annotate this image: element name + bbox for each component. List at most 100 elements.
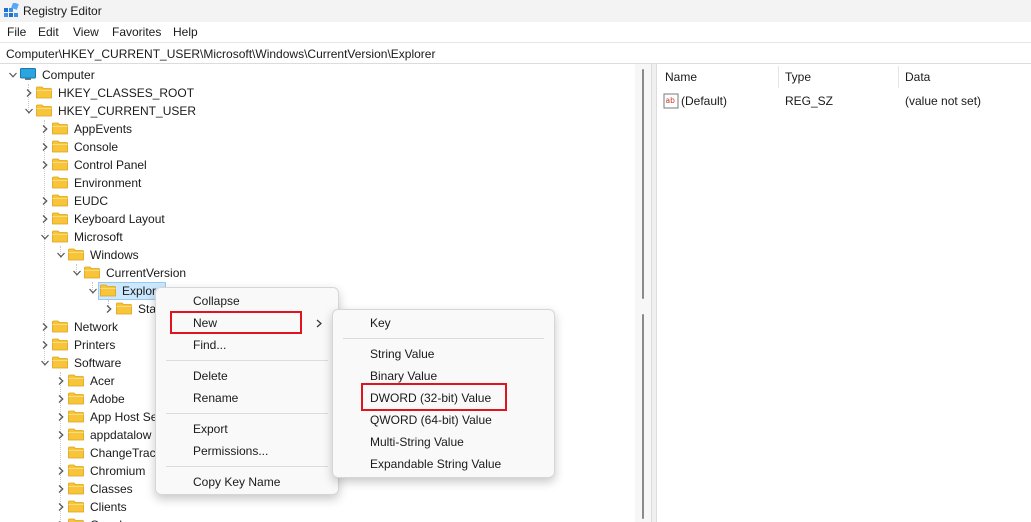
chevron-right-icon[interactable] xyxy=(41,125,49,133)
menu-item-permissions[interactable]: Permissions... xyxy=(193,440,268,462)
tree-node-label: Software xyxy=(74,356,122,370)
values-pane[interactable]: Name Type Data ab (Default) REG_SZ (valu… xyxy=(657,64,1031,522)
chevron-down-icon[interactable] xyxy=(57,251,65,259)
chevron-down-icon[interactable] xyxy=(41,359,49,367)
chevron-right-icon[interactable] xyxy=(57,431,65,439)
tree-node-label: Computer xyxy=(42,68,95,82)
menu-item-copy-key-name[interactable]: Copy Key Name xyxy=(193,471,280,493)
tree-node-label: Control Panel xyxy=(74,158,147,172)
tree-node[interactable]: HKEY_CURRENT_USER xyxy=(0,102,630,120)
tree-node[interactable]: Clients xyxy=(0,498,630,516)
column-header-type[interactable]: Type xyxy=(785,70,811,84)
chevron-down-icon[interactable] xyxy=(25,107,33,115)
tree-node[interactable]: EUDC xyxy=(0,192,630,210)
folder-icon xyxy=(116,302,132,315)
tree-scrollbar-thumb[interactable] xyxy=(642,69,644,299)
value-type: REG_SZ xyxy=(785,94,834,108)
chevron-right-icon[interactable] xyxy=(105,305,113,313)
chevron-right-icon[interactable] xyxy=(57,503,65,511)
chevron-right-icon[interactable] xyxy=(41,197,49,205)
tree-node-label: AppEvents xyxy=(74,122,133,136)
menu-item-export[interactable]: Export xyxy=(193,418,228,440)
value-data: (value not set) xyxy=(905,94,982,108)
chevron-right-icon[interactable] xyxy=(57,485,65,493)
value-name: (Default) xyxy=(681,94,728,108)
chevron-right-icon[interactable] xyxy=(41,143,49,151)
string-value-icon: ab xyxy=(663,93,679,109)
tree-scrollbar[interactable] xyxy=(635,64,651,522)
tree-node[interactable]: Google xyxy=(0,516,630,522)
chevron-right-icon[interactable] xyxy=(41,161,49,169)
tree-node-label: Google xyxy=(90,516,129,522)
column-separator[interactable] xyxy=(898,66,899,88)
folder-icon xyxy=(68,410,84,423)
folder-icon xyxy=(68,482,84,495)
menu-favorites[interactable]: Favorites xyxy=(112,25,161,39)
chevron-right-icon[interactable] xyxy=(41,215,49,223)
column-separator[interactable] xyxy=(778,66,779,88)
tree-node-label: Classes xyxy=(90,482,133,496)
tree-node[interactable]: HKEY_CLASSES_ROOT xyxy=(0,84,630,102)
folder-icon xyxy=(36,104,52,117)
menu-item-rename[interactable]: Rename xyxy=(193,387,238,409)
chevron-right-icon[interactable] xyxy=(57,395,65,403)
menu-separator xyxy=(343,338,544,339)
value-row-default[interactable]: ab (Default) REG_SZ (value not set) xyxy=(663,92,1023,110)
submenu-item-qword-value[interactable]: QWORD (64-bit) Value xyxy=(370,409,492,431)
tree-node-label: EUDC xyxy=(74,194,109,208)
menu-edit[interactable]: Edit xyxy=(38,25,59,39)
submenu-item-string-value[interactable]: String Value xyxy=(370,343,434,365)
folder-icon xyxy=(84,266,100,279)
folder-icon xyxy=(68,392,84,405)
submenu-item-multi-string-value[interactable]: Multi-String Value xyxy=(370,431,464,453)
folder-icon xyxy=(52,338,68,351)
folder-icon xyxy=(52,140,68,153)
chevron-right-icon[interactable] xyxy=(25,89,33,97)
folder-icon xyxy=(52,176,68,189)
chevron-down-icon[interactable] xyxy=(89,287,97,295)
tree-node[interactable]: Computer xyxy=(0,66,630,84)
window-title: Registry Editor xyxy=(23,4,102,18)
column-header-data[interactable]: Data xyxy=(905,70,930,84)
tree-node-label: Printers xyxy=(74,338,116,352)
menu-item-delete[interactable]: Delete xyxy=(193,365,228,387)
chevron-down-icon[interactable] xyxy=(73,269,81,277)
tree-node-label: Keyboard Layout xyxy=(74,212,165,226)
tree-node[interactable]: Console xyxy=(0,138,630,156)
menu-help[interactable]: Help xyxy=(173,25,198,39)
menu-view[interactable]: View xyxy=(73,25,99,39)
chevron-right-icon[interactable] xyxy=(57,413,65,421)
chevron-right-icon[interactable] xyxy=(41,323,49,331)
tree-node-label: App Host Se xyxy=(90,410,158,424)
folder-icon xyxy=(52,320,68,333)
chevron-down-icon[interactable] xyxy=(41,233,49,241)
tree-node-label: HKEY_CURRENT_USER xyxy=(58,104,197,118)
submenu-item-key[interactable]: Key xyxy=(370,312,391,334)
column-header-name[interactable]: Name xyxy=(665,70,697,84)
tree-node-label: Environment xyxy=(74,176,142,190)
tree-node[interactable]: Microsoft xyxy=(0,228,630,246)
chevron-right-icon[interactable] xyxy=(57,377,65,385)
menu-separator xyxy=(166,466,328,467)
tree-node-label: Windows xyxy=(90,248,139,262)
folder-icon xyxy=(68,374,84,387)
submenu-item-expandable-string-value[interactable]: Expandable String Value xyxy=(370,453,501,475)
tree-node[interactable]: Control Panel xyxy=(0,156,630,174)
tree-node[interactable]: CurrentVersion xyxy=(0,264,630,282)
address-bar[interactable]: Computer\HKEY_CURRENT_USER\Microsoft\Win… xyxy=(0,42,1031,64)
folder-icon xyxy=(68,464,84,477)
tree-node[interactable]: Environment xyxy=(0,174,630,192)
tree-node-label: Adobe xyxy=(90,392,125,406)
chevron-down-icon[interactable] xyxy=(9,71,17,79)
tree-scrollbar-track[interactable] xyxy=(642,314,644,519)
chevron-right-icon[interactable] xyxy=(57,467,65,475)
tree-node[interactable]: Windows xyxy=(0,246,630,264)
tree-node[interactable]: AppEvents xyxy=(0,120,630,138)
menu-separator xyxy=(166,413,328,414)
menu-file[interactable]: File xyxy=(7,25,26,39)
menu-item-find[interactable]: Find... xyxy=(193,334,226,356)
tree-node[interactable]: Keyboard Layout xyxy=(0,210,630,228)
tree-node-label: ChangeTrack xyxy=(90,446,162,460)
menu-item-collapse[interactable]: Collapse xyxy=(193,290,240,312)
chevron-right-icon[interactable] xyxy=(41,341,49,349)
